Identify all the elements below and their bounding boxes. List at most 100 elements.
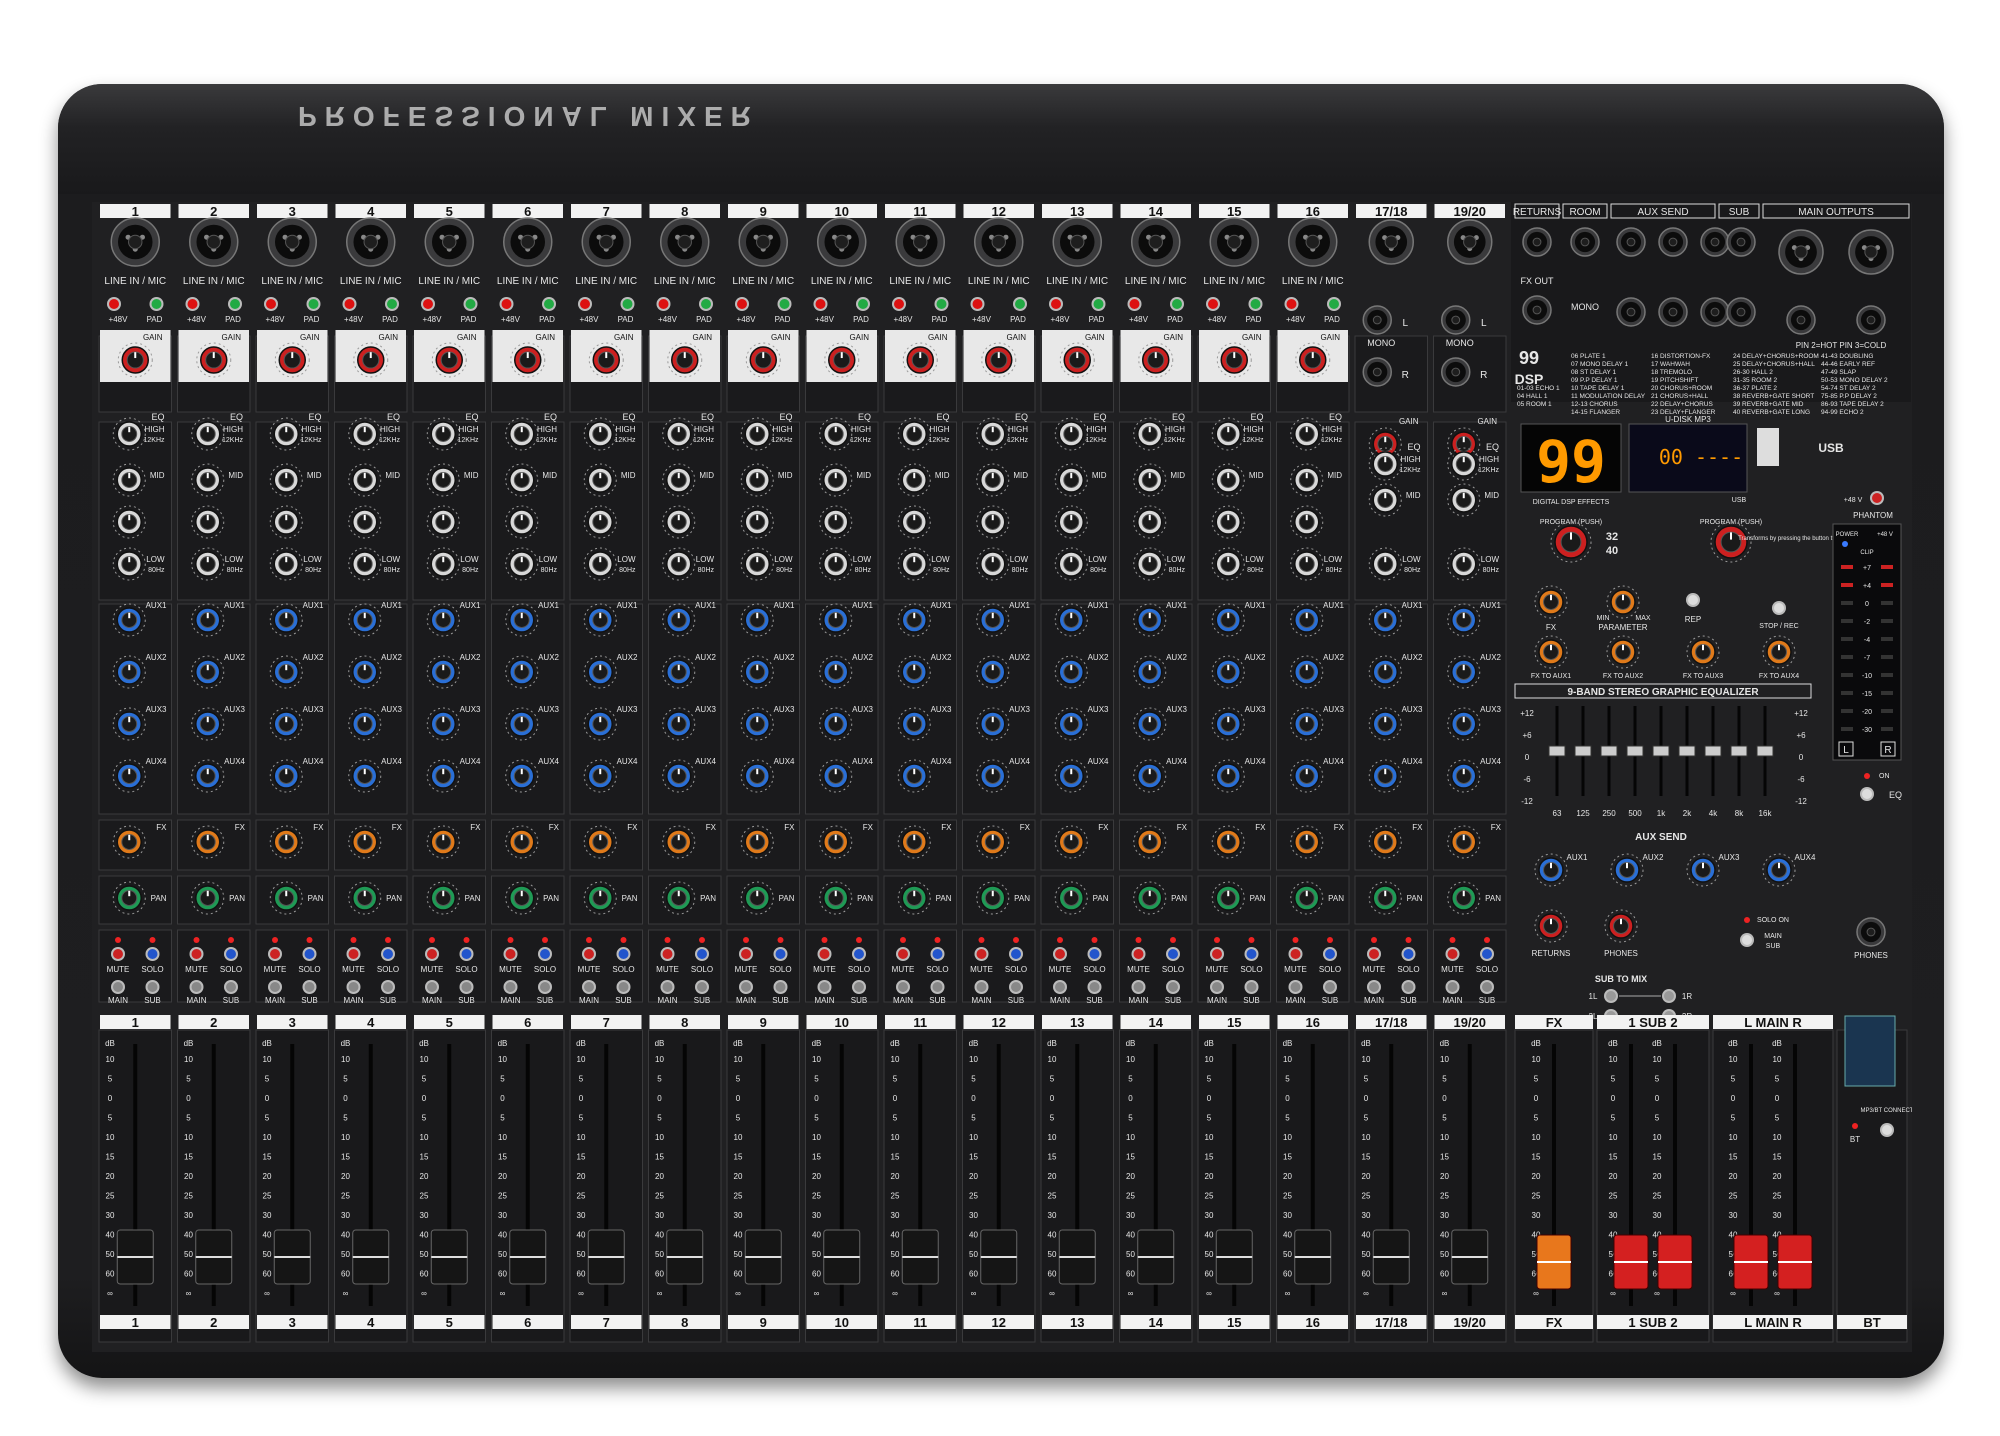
xlr-combo-jack[interactable] (346, 217, 396, 267)
master-aux1-knob[interactable] (1534, 853, 1568, 887)
aux-send-jack[interactable] (1658, 297, 1688, 327)
xlr-combo-jack[interactable] (1288, 217, 1338, 267)
main-assign-button[interactable] (189, 980, 204, 994)
solo-button[interactable] (459, 947, 474, 961)
xlr-combo-jack[interactable] (817, 217, 867, 267)
fx-to-aux1-knob[interactable] (1534, 635, 1568, 669)
mute-button[interactable] (346, 947, 361, 961)
main-assign-button[interactable] (425, 980, 439, 994)
phantom-switch[interactable] (970, 297, 985, 311)
phantom-switch[interactable] (1049, 297, 1063, 311)
solo-button[interactable] (145, 947, 160, 961)
geq-fader-4k[interactable] (1704, 745, 1722, 757)
sub-assign-button[interactable] (1009, 980, 1023, 994)
mute-button[interactable] (739, 947, 753, 961)
main-out-jack-l[interactable] (1786, 305, 1816, 335)
phantom-switch[interactable] (578, 297, 592, 311)
bt-connect-button[interactable] (1880, 1123, 1894, 1137)
pad-switch[interactable] (777, 297, 792, 311)
channel-fader[interactable] (1372, 1229, 1410, 1285)
geq-fader-250[interactable] (1600, 745, 1618, 757)
phantom-master-switch[interactable] (1870, 491, 1884, 505)
mute-button[interactable] (660, 947, 675, 961)
sub-assign-button[interactable] (695, 980, 709, 994)
phantom-switch[interactable] (107, 297, 121, 311)
xlr-combo-jack[interactable] (424, 217, 474, 267)
sub-assign-button[interactable] (616, 980, 631, 994)
pad-switch[interactable] (856, 297, 870, 311)
xlr-combo-jack[interactable] (738, 217, 788, 267)
channel-fader[interactable] (744, 1229, 782, 1285)
solo-button[interactable] (538, 947, 552, 961)
sub-assign-button[interactable] (1166, 980, 1180, 994)
pad-switch[interactable] (934, 297, 949, 311)
sub-assign-button[interactable] (538, 980, 552, 994)
pad-switch[interactable] (1091, 297, 1106, 311)
pad-switch[interactable] (1170, 297, 1184, 311)
geq-fader-125[interactable] (1574, 745, 1592, 757)
geq-fader-16k[interactable] (1756, 745, 1774, 757)
phantom-switch[interactable] (185, 297, 200, 311)
sub-assign-button[interactable] (852, 980, 866, 994)
monitor-select-button[interactable] (1740, 933, 1754, 947)
solo-button[interactable] (381, 947, 395, 961)
master-fader[interactable] (1613, 1234, 1649, 1290)
main-out-jack-r[interactable] (1856, 305, 1886, 335)
sub-to-mix-l1-button[interactable] (1604, 989, 1618, 1003)
phones-knob[interactable] (1604, 909, 1638, 943)
main-assign-button[interactable] (503, 980, 518, 994)
pad-switch[interactable] (620, 297, 635, 311)
solo-button[interactable] (224, 947, 238, 961)
mute-button[interactable] (268, 947, 282, 961)
main-assign-button[interactable] (346, 980, 361, 994)
stop-rec-button[interactable] (1772, 601, 1786, 615)
pad-switch[interactable] (699, 297, 713, 311)
pad-switch[interactable] (542, 297, 556, 311)
sub-assign-button[interactable] (381, 980, 395, 994)
mute-button[interactable] (896, 947, 910, 961)
sub-assign-button[interactable] (930, 980, 945, 994)
solo-button[interactable] (773, 947, 788, 961)
solo-button[interactable] (852, 947, 866, 961)
master-aux4-knob[interactable] (1762, 853, 1796, 887)
main-assign-button[interactable] (1367, 980, 1381, 994)
mute-button[interactable] (1053, 947, 1067, 961)
xlr-jack[interactable] (1368, 219, 1414, 265)
main-assign-button[interactable] (739, 980, 753, 994)
pad-switch[interactable] (1248, 297, 1263, 311)
channel-fader[interactable] (980, 1229, 1018, 1285)
sub-to-mix-r1-button[interactable] (1662, 989, 1676, 1003)
main-assign-button[interactable] (1053, 980, 1067, 994)
sub-assign-button[interactable] (302, 980, 317, 994)
sub-assign-button[interactable] (145, 980, 160, 994)
aux-send-jack[interactable] (1616, 227, 1646, 257)
xlr-combo-jack[interactable] (110, 217, 160, 267)
line-jack-r[interactable] (1441, 357, 1471, 387)
geq-fader-500[interactable] (1626, 745, 1644, 757)
pad-switch[interactable] (149, 297, 164, 311)
phantom-switch[interactable] (813, 297, 828, 311)
xlr-combo-jack[interactable] (974, 217, 1024, 267)
xlr-combo-jack[interactable] (1052, 217, 1102, 267)
fx-to-aux3-knob[interactable] (1686, 635, 1720, 669)
master-fader[interactable] (1657, 1234, 1693, 1290)
mute-button[interactable] (1288, 947, 1303, 961)
geq-fader-63[interactable] (1548, 745, 1566, 757)
solo-button[interactable] (1244, 947, 1259, 961)
channel-fader[interactable] (1294, 1229, 1332, 1285)
phantom-switch[interactable] (656, 297, 671, 311)
aux-send-jack[interactable] (1616, 297, 1646, 327)
aux-send-jack[interactable] (1658, 227, 1688, 257)
phantom-switch[interactable] (499, 297, 514, 311)
channel-fader[interactable] (195, 1229, 233, 1285)
main-out-xlr-l[interactable] (1778, 229, 1824, 275)
solo-button[interactable] (302, 947, 317, 961)
sub-assign-button[interactable] (1244, 980, 1259, 994)
sub-assign-button[interactable] (1480, 980, 1494, 994)
line-jack-r[interactable] (1362, 357, 1392, 387)
sub-jack-2[interactable] (1726, 297, 1756, 327)
fx-to-aux2-knob[interactable] (1606, 635, 1640, 669)
channel-fader[interactable] (901, 1229, 939, 1285)
channel-fader[interactable] (352, 1229, 390, 1285)
phones-jack[interactable] (1856, 917, 1886, 947)
